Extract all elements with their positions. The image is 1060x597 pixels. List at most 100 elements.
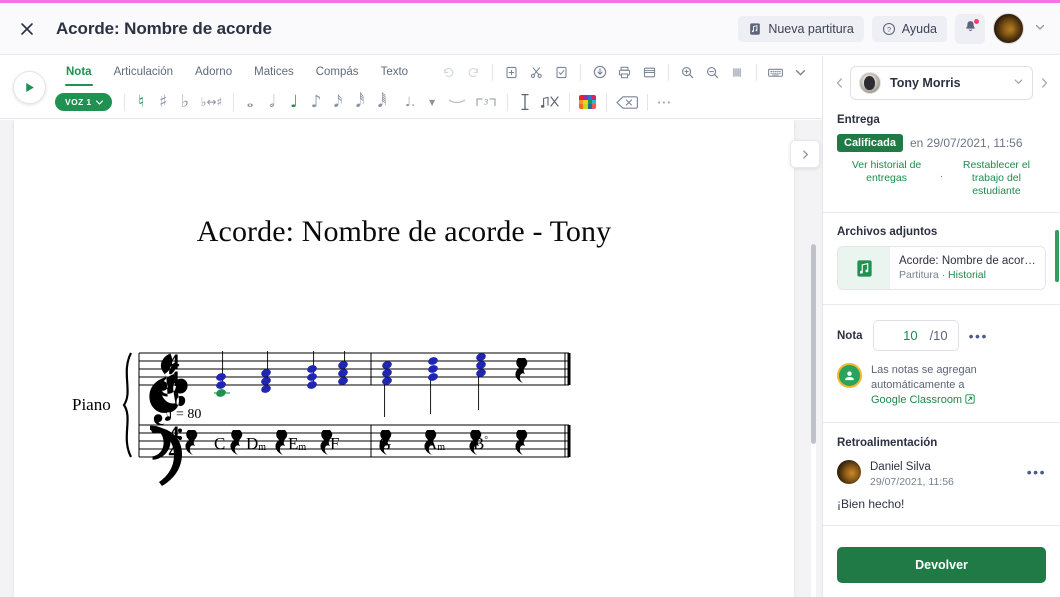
tab-label: Texto xyxy=(380,65,409,78)
chevron-left-icon[interactable] xyxy=(831,72,847,94)
tab-compas[interactable]: Compás xyxy=(305,57,370,86)
tab-adorno[interactable]: Adorno xyxy=(184,57,243,86)
sidebar-scrollbar-thumb[interactable] xyxy=(1055,230,1059,282)
play-button[interactable] xyxy=(13,71,46,104)
classroom-sync-text: Las notas se agregan automáticamente a G… xyxy=(871,363,977,408)
chord-notes-c[interactable] xyxy=(214,351,230,398)
paste-icon[interactable] xyxy=(550,61,573,83)
sixtyfourth-note-icon[interactable]: 𝅘𝅥𝅱 xyxy=(372,90,393,114)
tab-articulacion[interactable]: Articulación xyxy=(103,57,184,86)
quarter-rest-icon xyxy=(424,430,437,455)
whole-note-icon[interactable]: 𝅝 xyxy=(240,90,261,114)
tie-icon[interactable] xyxy=(444,90,470,114)
quarter-rest-icon xyxy=(515,430,528,455)
grade-section: Nota /10 ••• Las notas se agregan automá… xyxy=(823,305,1060,422)
bass-rests xyxy=(185,430,528,455)
reset-student-work-link[interactable]: Restablecer el trabajo del estudiante xyxy=(949,159,1044,198)
quarter-rest-icon xyxy=(275,430,288,455)
score-canvas[interactable]: Acorde: Nombre de acorde - Tony = 80 C D… xyxy=(0,120,822,597)
tab-texto[interactable]: Texto xyxy=(370,57,420,86)
new-score-button[interactable]: Nueva partitura xyxy=(738,15,864,42)
note-erase-icon[interactable] xyxy=(537,90,563,114)
score-page: Acorde: Nombre de acorde - Tony = 80 C D… xyxy=(14,120,794,597)
chevron-down-icon[interactable] xyxy=(789,61,812,83)
classroom-text-line1: Las notas se agregan xyxy=(871,364,977,377)
submission-timestamp: en 29/07/2021, 11:56 xyxy=(909,136,1023,150)
piano-brace xyxy=(122,352,132,458)
return-button[interactable]: Devolver xyxy=(837,547,1046,583)
new-score-label: Nueva partitura xyxy=(768,21,854,36)
tab-matices[interactable]: Matices xyxy=(243,57,305,86)
keyboard-icon[interactable] xyxy=(764,61,787,83)
undo-icon[interactable] xyxy=(437,61,460,83)
view-submission-history-link[interactable]: Ver historial de entregas xyxy=(839,159,934,185)
zoom-in-icon[interactable] xyxy=(676,61,699,83)
text-cursor-icon[interactable] xyxy=(514,90,536,114)
attachment-history-link[interactable]: Historial xyxy=(948,269,986,281)
page-title: Acorde: Nombre de acorde xyxy=(56,18,272,38)
score-scrollbar-thumb[interactable] xyxy=(811,244,816,444)
backspace-icon[interactable] xyxy=(613,90,641,114)
sharp-accidental-icon[interactable]: ♯ xyxy=(153,90,174,114)
layout-icon[interactable] xyxy=(638,61,661,83)
dotted-note-icon[interactable]: ♩. xyxy=(400,90,421,114)
grade-input[interactable] xyxy=(883,328,918,344)
voice-selector[interactable]: VOZ 1 xyxy=(55,93,112,111)
more-options-icon[interactable]: ⋯ xyxy=(654,90,676,114)
quarter-note-icon[interactable]: ♩ xyxy=(284,90,305,114)
toolbar-separator xyxy=(580,63,581,81)
sixteenth-note-icon[interactable]: 𝅘𝅥𝅯 xyxy=(328,90,349,114)
notifications-button[interactable] xyxy=(955,13,985,44)
treble-quarter-rest[interactable] xyxy=(515,358,528,383)
feedback-heading: Retroalimentación xyxy=(837,436,938,449)
grade-more-options-icon[interactable]: ••• xyxy=(969,328,988,344)
print-icon[interactable] xyxy=(613,61,636,83)
expand-panel-button[interactable] xyxy=(790,140,820,168)
grade-input-box[interactable]: /10 xyxy=(872,320,959,352)
help-button[interactable]: ? Ayuda xyxy=(871,15,947,42)
student-selector[interactable]: Tony Morris xyxy=(850,66,1033,100)
sidebar-footer: Devolver xyxy=(823,535,1060,597)
redo-icon[interactable] xyxy=(462,61,485,83)
download-icon[interactable] xyxy=(588,61,611,83)
tab-nota[interactable]: Nota xyxy=(55,57,103,86)
chord-notes-em[interactable] xyxy=(306,351,318,390)
close-icon[interactable] xyxy=(12,14,42,44)
chevron-down-icon[interactable] xyxy=(1013,74,1024,92)
feedback-date: 29/07/2021, 11:56 xyxy=(870,475,954,488)
student-navigator: Tony Morris xyxy=(823,56,1060,110)
chord-notes-dm[interactable] xyxy=(260,351,272,394)
color-palette-icon[interactable] xyxy=(576,90,600,114)
music-staff: Piano 4 4 4 4 xyxy=(72,349,571,486)
feedback-author-row: Daniel Silva 29/07/2021, 11:56 ••• xyxy=(837,457,1046,488)
flat-accidental-icon[interactable]: ♭ xyxy=(175,90,196,114)
eighth-note-icon[interactable]: ♪ xyxy=(306,90,327,114)
measures-icon[interactable] xyxy=(726,61,749,83)
tab-label: Articulación xyxy=(113,65,174,78)
submission-heading: Entrega xyxy=(837,114,880,126)
feedback-more-options-icon[interactable]: ••• xyxy=(1027,464,1046,480)
avatar xyxy=(859,72,881,94)
question-circle-icon: ? xyxy=(882,22,896,36)
chevron-right-icon[interactable] xyxy=(1036,72,1052,94)
toolbar-separator xyxy=(232,93,234,111)
natural-accidental-icon[interactable]: ♮ xyxy=(131,90,152,114)
copy-icon[interactable] xyxy=(500,61,523,83)
cut-scissors-icon[interactable] xyxy=(525,61,548,83)
triplet-icon[interactable]: 3 xyxy=(471,90,501,114)
google-classroom-link[interactable]: Google Classroom xyxy=(871,394,962,406)
dotted-caret-icon[interactable]: ▼ xyxy=(422,90,443,114)
attachment-card[interactable]: Acorde: Nombre de acorde - ... Partitura… xyxy=(837,246,1046,291)
user-avatar[interactable] xyxy=(993,13,1024,44)
half-note-icon[interactable]: 𝅗𝅥 xyxy=(262,90,283,114)
chevron-down-icon[interactable] xyxy=(1032,20,1048,38)
external-link-icon[interactable] xyxy=(965,394,975,406)
grade-max: /10 xyxy=(929,328,948,344)
grading-sidebar: Tony Morris Entrega Calificada en 29/07/… xyxy=(822,56,1060,597)
thirtysecond-note-icon[interactable]: 𝅘𝅥𝅰 xyxy=(350,90,371,114)
enharmonic-swap-icon[interactable]: ♭↔♯ xyxy=(197,90,227,114)
chord-notes-g[interactable] xyxy=(381,360,393,417)
music-file-icon xyxy=(748,22,762,36)
zoom-out-icon[interactable] xyxy=(701,61,724,83)
feedback-author-name: Daniel Silva xyxy=(870,460,931,473)
